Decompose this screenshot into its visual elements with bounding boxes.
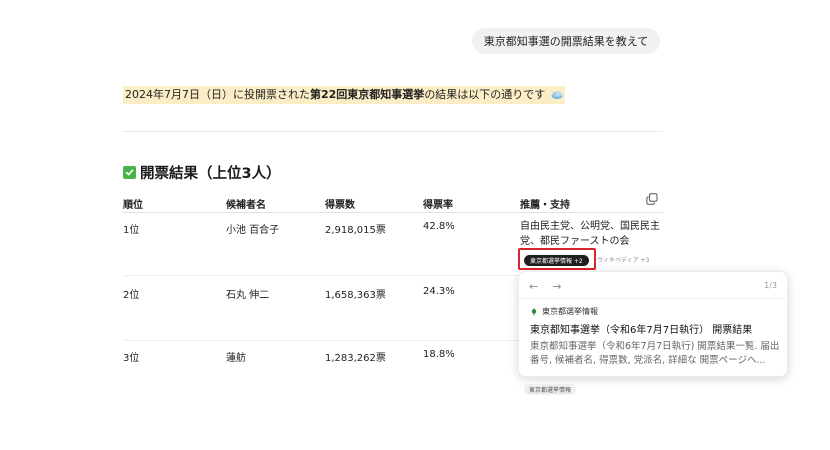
arrow-right-icon[interactable]: → xyxy=(552,280,561,293)
row-3-rank: 3位 xyxy=(123,353,140,364)
popover-title[interactable]: 東京都知事選挙（令和6年7月7日執行） 開票結果 xyxy=(530,321,752,336)
popover-source-name: 東京都選挙情報 xyxy=(542,307,598,316)
arrow-left-icon[interactable]: ← xyxy=(529,280,538,293)
intro-prefix: 2024年7月7日（日）に投開票された xyxy=(125,88,310,101)
row-1-rate: 42.8% xyxy=(423,221,455,232)
user-message-bubble: 東京都知事選の開票結果を教えて xyxy=(472,28,660,54)
th-rank: 順位 xyxy=(123,200,143,211)
th-name: 候補者名 xyxy=(226,200,266,211)
row-2-rate: 24.3% xyxy=(423,286,455,297)
popover-page-count: 1/3 xyxy=(764,281,777,290)
leaf-icon xyxy=(531,308,537,316)
popover-source: 東京都選挙情報 xyxy=(530,306,598,317)
copy-icon[interactable] xyxy=(646,193,658,205)
row-2-votes: 1,658,363票 xyxy=(325,290,386,301)
citation-chip-secondary[interactable]: ウィキペディア +3 xyxy=(597,255,649,266)
row-1-votes: 2,918,015票 xyxy=(325,225,386,236)
citation-popover: ← → 1/3 東京都選挙情報 東京都知事選挙（令和6年7月7日執行） 開票結果… xyxy=(518,271,788,377)
highlight-outline xyxy=(518,248,596,270)
row-3-name: 蓮舫 xyxy=(226,353,246,364)
popover-snippet: 東京都知事選挙（令和6年7月7日執行) 開票結果一覧. 届出番号, 候補者名, … xyxy=(530,341,780,366)
row-1-name: 小池 百合子 xyxy=(226,225,280,236)
check-icon xyxy=(123,166,136,179)
popover-divider xyxy=(519,298,787,299)
cloud-icon xyxy=(551,90,563,99)
th-support: 推薦・支持 xyxy=(520,200,570,211)
row-3-rate: 18.8% xyxy=(423,349,455,360)
row-2-rank: 2位 xyxy=(123,290,140,301)
row-3-votes: 1,283,262票 xyxy=(325,353,386,364)
citation-chip-footer[interactable]: 東京都選挙情報 xyxy=(524,384,577,395)
popover-nav: ← → xyxy=(529,280,561,293)
row-2-name: 石丸 伸二 xyxy=(226,290,270,301)
intro-text: 2024年7月7日（日）に投開票された第22回東京都知事選挙の結果は以下の通りで… xyxy=(123,86,565,104)
intro-suffix: の結果は以下の通りです xyxy=(424,88,546,101)
row-1-support: 自由民主党、公明党、国民民主党、都民ファーストの会 xyxy=(520,221,660,247)
row-1-rank: 1位 xyxy=(123,225,140,236)
th-votes: 得票数 xyxy=(325,200,355,211)
table-header-line xyxy=(123,212,663,213)
section-title: 開票結果（上位3人） xyxy=(123,162,281,183)
intro-bold: 第22回東京都知事選挙 xyxy=(310,88,425,101)
section-divider xyxy=(123,131,663,132)
th-rate: 得票率 xyxy=(423,200,453,211)
section-title-text: 開票結果（上位3人） xyxy=(140,166,281,182)
